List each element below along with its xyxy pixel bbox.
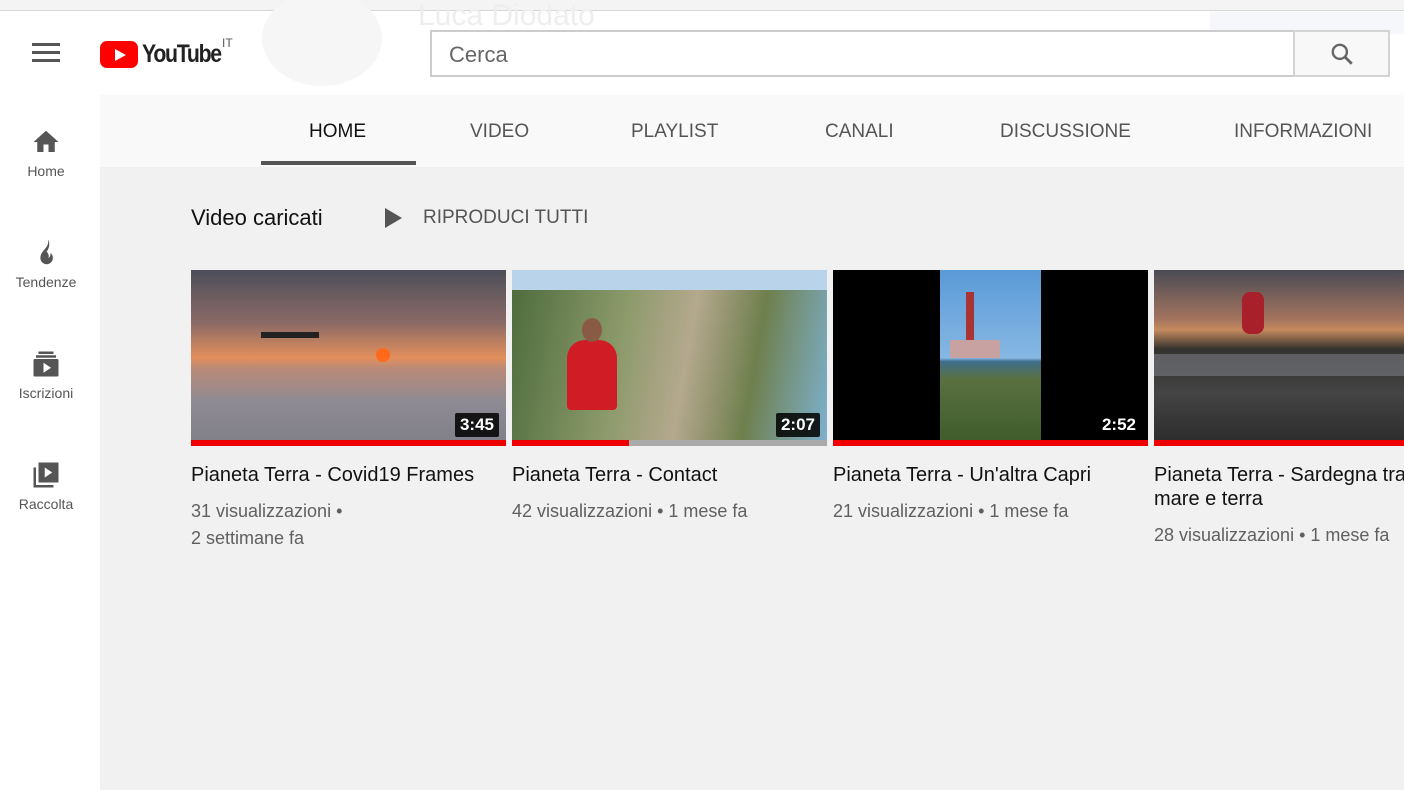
search-button[interactable] [1293, 30, 1390, 77]
logo-text: YouTube [142, 40, 222, 68]
tab-canali[interactable]: CANALI [825, 121, 894, 143]
view-count: 28 visualizzazioni [1154, 525, 1295, 545]
sidebar-item-home[interactable]: Home [0, 127, 92, 179]
video-card[interactable]: Pianeta Terra - Sardegna tra mare e terr… [1154, 270, 1404, 549]
menu-icon[interactable] [32, 43, 60, 63]
upload-age: 2 settimane fa [191, 528, 305, 548]
sidebar-label: Tendenze [15, 274, 77, 290]
watch-progress-bar [512, 440, 827, 446]
video-card[interactable]: 2:07 Pianeta Terra - Contact 42 visualiz… [512, 270, 827, 525]
video-thumbnail[interactable]: 3:45 [191, 270, 506, 446]
watch-progress-bar [1154, 440, 1404, 446]
view-count: 21 visualizzazioni [833, 501, 974, 521]
tab-discussione[interactable]: DISCUSSIONE [1000, 121, 1131, 143]
play-all-button[interactable]: RIPRODUCI TUTTI [385, 207, 588, 229]
duration-badge: 2:52 [1096, 413, 1141, 437]
tab-home[interactable]: HOME [309, 121, 366, 143]
active-tab-indicator [261, 161, 416, 165]
tab-playlist[interactable]: PLAYLIST [631, 121, 718, 143]
search-icon [1331, 43, 1353, 65]
home-icon [33, 130, 59, 152]
video-title[interactable]: Pianeta Terra - Covid19 Frames [191, 463, 506, 487]
watch-progress-bar [191, 440, 506, 446]
duration-badge: 2:07 [775, 413, 820, 437]
video-meta: 21 visualizzazioni • 1 mese fa [833, 501, 1069, 521]
video-title[interactable]: Pianeta Terra - Sardegna tra mare e terr… [1154, 463, 1404, 511]
play-all-label: RIPRODUCI TUTTI [423, 207, 589, 228]
sidebar-label: Raccolta [18, 496, 74, 512]
channel-avatar-ghost [262, 0, 382, 86]
tab-video[interactable]: VIDEO [470, 121, 529, 143]
play-icon [385, 208, 402, 228]
flame-icon [40, 239, 53, 265]
video-card[interactable]: 3:45 Pianeta Terra - Covid19 Frames 31 v… [191, 270, 506, 552]
upload-age: 1 mese fa [1310, 525, 1390, 545]
upload-age: 1 mese fa [668, 501, 748, 521]
sidebar: Home Tendenze Iscrizioni Raccolta [0, 95, 100, 790]
youtube-logo[interactable]: YouTube IT [100, 36, 235, 69]
masthead: Luca Diodato YouTube IT Cerca [0, 0, 1404, 95]
sidebar-item-trending[interactable]: Tendenze [0, 238, 92, 290]
section-title[interactable]: Video caricati [191, 205, 323, 231]
view-count: 31 visualizzazioni [191, 501, 332, 521]
video-thumbnail[interactable] [1154, 270, 1404, 446]
search-input[interactable]: Cerca [430, 30, 1294, 77]
watch-progress-bar [833, 440, 1148, 446]
video-card[interactable]: 2:52 Pianeta Terra - Un'altra Capri 21 v… [833, 270, 1148, 525]
video-title[interactable]: Pianeta Terra - Contact [512, 463, 827, 487]
video-thumbnail[interactable]: 2:07 [512, 270, 827, 446]
browser-strip [0, 0, 1404, 11]
sidebar-item-library[interactable]: Raccolta [0, 460, 92, 512]
duration-badge: 3:45 [454, 413, 499, 437]
video-meta: 31 visualizzazioni • 2 settimane fa [191, 501, 343, 548]
channel-name-ghost: Luca Diodato [418, 0, 595, 32]
country-code: IT [222, 36, 233, 50]
sidebar-item-subscriptions[interactable]: Iscrizioni [0, 349, 92, 401]
video-meta: 42 visualizzazioni • 1 mese fa [512, 501, 748, 521]
youtube-play-icon [100, 41, 138, 68]
sidebar-label: Iscrizioni [18, 385, 74, 401]
library-icon [33, 462, 59, 488]
subscriptions-icon [33, 351, 59, 377]
channel-tabs: HOME VIDEO PLAYLIST CANALI DISCUSSIONE I… [100, 95, 1404, 167]
video-meta: 28 visualizzazioni • 1 mese fa [1154, 525, 1390, 545]
view-count: 42 visualizzazioni [512, 501, 653, 521]
sidebar-label: Home [27, 163, 65, 179]
video-title[interactable]: Pianeta Terra - Un'altra Capri [833, 463, 1148, 487]
video-thumbnail[interactable]: 2:52 [833, 270, 1148, 446]
tab-informazioni[interactable]: INFORMAZIONI [1234, 121, 1372, 143]
upload-age: 1 mese fa [989, 501, 1069, 521]
